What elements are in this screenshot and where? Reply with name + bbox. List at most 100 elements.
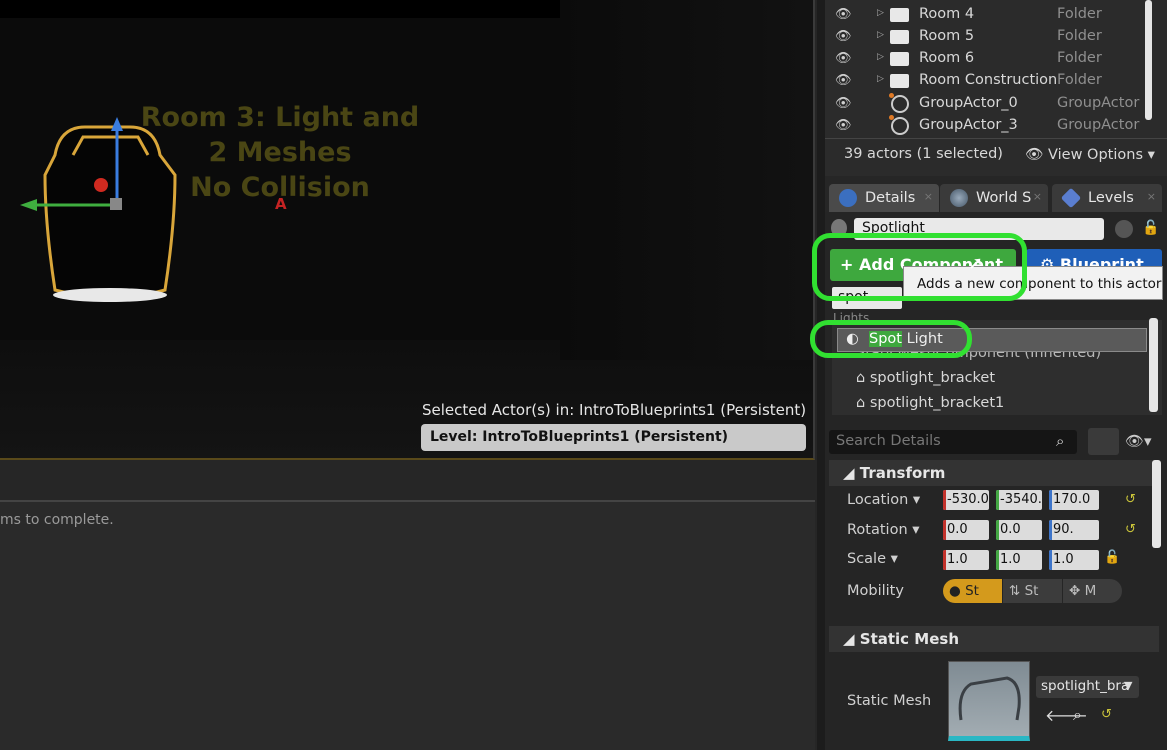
selected-actors-text: Selected Actor(s) in: IntroToBlueprints1… xyxy=(422,401,807,419)
scale-x-field[interactable]: 1.0 xyxy=(943,550,989,570)
mesh-thumbnail[interactable] xyxy=(948,661,1030,741)
globe-icon xyxy=(950,189,968,207)
outliner-row-type: GroupActor xyxy=(1057,117,1140,133)
rotation-z-field[interactable]: 90. xyxy=(1049,520,1099,540)
actors-count: 39 actors (1 selected) xyxy=(844,146,1003,162)
folder-icon xyxy=(890,30,909,44)
close-icon[interactable]: × xyxy=(924,190,933,203)
outliner-row-name: GroupActor_3 xyxy=(919,117,1018,133)
transform-section-header[interactable]: ◢ Transform xyxy=(829,460,1159,486)
eye-icon[interactable]: 👁 xyxy=(835,73,852,88)
component-name: spotlight_bracket xyxy=(869,370,996,386)
group-actor-icon xyxy=(889,115,909,135)
panel-splitter[interactable] xyxy=(817,0,825,750)
outliner-row[interactable]: 👁 GroupActor_0 GroupActor xyxy=(825,93,1145,115)
search-details-input[interactable]: Search Details xyxy=(829,430,1077,454)
mobility-stationary-button[interactable]: ⇅ St xyxy=(1003,579,1062,603)
outliner-row[interactable]: 👁 ▷ Room 4 Folder xyxy=(825,4,1145,26)
tab-details[interactable]: Details × xyxy=(829,184,939,212)
folder-icon xyxy=(890,74,909,88)
eye-icon[interactable]: 👁 xyxy=(835,7,852,22)
mobility-option-label: M xyxy=(1084,583,1097,599)
location-y-field[interactable]: -3540. xyxy=(996,490,1042,510)
outliner-row-name: Room 5 xyxy=(919,28,975,44)
browse-search-icon[interactable]: ⌕ xyxy=(1073,705,1082,725)
expand-arrow-icon[interactable]: ▷ xyxy=(877,8,884,18)
outliner-scrollbar[interactable] xyxy=(1145,0,1152,120)
mobility-label: Mobility xyxy=(847,583,904,599)
expand-arrow-icon[interactable]: ▷ xyxy=(877,52,884,62)
close-icon[interactable]: × xyxy=(1147,190,1156,203)
eye-icon[interactable]: 👁 xyxy=(835,118,852,133)
outliner-row-name: Room 4 xyxy=(919,6,975,22)
output-panel: ms to complete. xyxy=(0,500,815,750)
chevron-down-icon: ▾ xyxy=(1143,147,1155,163)
divider xyxy=(825,138,1167,139)
component-row[interactable]: ⌂ spotlight_bracket1 xyxy=(856,395,1004,411)
components-scrollbar[interactable] xyxy=(1149,318,1158,412)
lock-icon[interactable]: 🔓 xyxy=(1142,220,1159,236)
outliner-row-type: Folder xyxy=(1057,6,1102,22)
tab-label: Levels xyxy=(1088,190,1134,206)
rotation-x-field[interactable]: 0.0 xyxy=(943,520,989,540)
scale-label[interactable]: Scale ▾ xyxy=(847,551,898,567)
outliner-row[interactable]: 👁 ▷ Room 6 Folder xyxy=(825,48,1145,70)
eye-icon[interactable]: 👁 xyxy=(835,29,852,44)
reset-arrow-icon[interactable]: ↺ xyxy=(1125,492,1136,507)
view-options-button[interactable]: 👁 View Options ▾ xyxy=(1025,146,1155,163)
folder-icon xyxy=(890,52,909,66)
outliner-row-name: Room Construction xyxy=(919,72,1058,88)
annotation-highlight-ring xyxy=(812,233,1027,301)
close-icon[interactable]: × xyxy=(1033,190,1042,203)
lock-icon[interactable]: 🔓 xyxy=(1104,550,1120,565)
property-label: Rotation xyxy=(847,522,908,538)
outliner-row-type: GroupActor xyxy=(1057,95,1140,111)
current-level-box: Level: IntroToBlueprints1 (Persistent) xyxy=(421,424,806,451)
world-outliner: 👁 ▷ Room 4 Folder 👁 ▷ Room 5 Folder 👁 ▷ … xyxy=(825,0,1167,176)
chevron-down-icon: ▼ xyxy=(1124,679,1133,692)
scale-z-field[interactable]: 1.0 xyxy=(1049,550,1099,570)
mobility-movable-button[interactable]: ✥ M xyxy=(1063,579,1122,603)
tab-levels[interactable]: Levels × xyxy=(1052,184,1162,212)
mobility-option-label: St xyxy=(1024,583,1039,599)
level-viewport[interactable]: Room 3: Light and 2 Meshes No Collision … xyxy=(0,0,815,460)
mesh-icon: ⌂ xyxy=(856,370,870,386)
static-mesh-section-header[interactable]: ◢ Static Mesh xyxy=(829,626,1159,652)
section-title: Static Mesh xyxy=(859,630,959,648)
section-title: Transform xyxy=(859,464,946,482)
outliner-row[interactable]: 👁 ▷ Room Construction Folder xyxy=(825,70,1145,92)
static-mesh-value: spotlight_bra xyxy=(1041,678,1130,694)
component-row[interactable]: ⌂ spotlight_bracket xyxy=(856,370,995,386)
tab-world-settings[interactable]: World S × xyxy=(940,184,1048,212)
details-scrollbar[interactable] xyxy=(1152,460,1161,548)
location-label[interactable]: Location ▾ xyxy=(847,492,920,508)
eye-icon: 👁 xyxy=(1025,147,1049,163)
mobility-option-label: St xyxy=(965,583,979,599)
expand-arrow-icon[interactable]: ▷ xyxy=(877,30,884,40)
property-label: Scale xyxy=(847,551,887,567)
view-options-label: View Options xyxy=(1048,147,1143,163)
eye-icon[interactable]: 👁▾ xyxy=(1125,432,1152,450)
reset-arrow-icon[interactable]: ↺ xyxy=(1125,522,1136,537)
collapse-arrow-icon: ◢ xyxy=(843,630,860,648)
reset-arrow-icon[interactable]: ↺ xyxy=(1101,707,1112,722)
levels-icon xyxy=(1060,187,1082,209)
outliner-row-type: Folder xyxy=(1057,50,1102,66)
grid-view-button[interactable] xyxy=(1088,428,1119,455)
spotlight-actor[interactable] xyxy=(15,115,185,310)
rotation-label[interactable]: Rotation ▾ xyxy=(847,522,920,538)
outliner-row[interactable]: 👁 GroupActor_3 GroupActor xyxy=(825,115,1145,137)
outliner-row[interactable]: 👁 ▷ Room 5 Folder xyxy=(825,26,1145,48)
location-x-field[interactable]: -530.0 xyxy=(943,490,989,510)
eye-icon[interactable]: 👁 xyxy=(835,96,852,111)
mobility-static-button[interactable]: ● St xyxy=(943,579,1002,603)
red-marker: A xyxy=(275,195,287,213)
rotation-y-field[interactable]: 0.0 xyxy=(996,520,1042,540)
scale-y-field[interactable]: 1.0 xyxy=(996,550,1042,570)
expand-arrow-icon[interactable]: ▷ xyxy=(877,74,884,84)
settings-icon[interactable] xyxy=(1115,220,1133,238)
mesh-preview-icon xyxy=(958,676,1021,721)
mesh-icon: ⌂ xyxy=(856,395,870,411)
eye-icon[interactable]: 👁 xyxy=(835,51,852,66)
location-z-field[interactable]: 170.0 xyxy=(1049,490,1099,510)
